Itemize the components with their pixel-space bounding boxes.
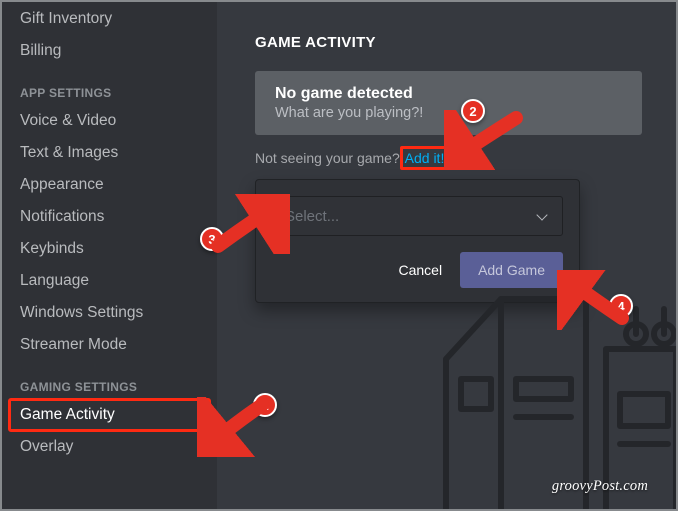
sidebar: Gift Inventory Billing APP SETTINGS Voic… [2, 2, 217, 509]
add-it-link[interactable]: Add it! [404, 149, 446, 167]
game-status-box: No game detected What are you playing?! [255, 71, 642, 135]
status-subtitle: What are you playing?! [275, 105, 622, 121]
text-cursor [284, 210, 285, 226]
sidebar-item-text-images[interactable]: Text & Images [10, 138, 209, 168]
sidebar-item-appearance[interactable]: Appearance [10, 170, 209, 200]
game-select-dropdown[interactable]: Select... [272, 196, 563, 236]
page-title: GAME ACTIVITY [255, 34, 642, 51]
sidebar-item-notifications[interactable]: Notifications [10, 202, 209, 232]
watermark: groovyPost.com [552, 478, 648, 495]
sidebar-item-game-activity[interactable]: Game Activity [10, 400, 209, 430]
sidebar-item-billing[interactable]: Billing [10, 36, 209, 66]
add-game-prompt: Not seeing your game? Add it! [255, 149, 642, 167]
status-title: No game detected [275, 85, 622, 103]
prompt-text: Not seeing your game? [255, 150, 404, 166]
sidebar-item-gift-inventory[interactable]: Gift Inventory [10, 4, 209, 34]
sidebar-category-app-settings: APP SETTINGS [10, 68, 209, 104]
sidebar-item-voice-video[interactable]: Voice & Video [10, 106, 209, 136]
select-placeholder: Select... [285, 208, 339, 225]
content: GAME ACTIVITY No game detected What are … [217, 2, 676, 509]
sidebar-item-streamer-mode[interactable]: Streamer Mode [10, 330, 209, 360]
cancel-button[interactable]: Cancel [384, 252, 456, 288]
sidebar-item-label: Game Activity [20, 406, 115, 423]
chevron-down-icon [536, 209, 547, 220]
sidebar-item-overlay[interactable]: Overlay [10, 432, 209, 462]
add-game-popout: Select... Cancel Add Game [255, 179, 580, 303]
sidebar-item-language[interactable]: Language [10, 266, 209, 296]
add-game-button[interactable]: Add Game [460, 252, 563, 288]
sidebar-category-gaming-settings: GAMING SETTINGS [10, 362, 209, 398]
sidebar-item-windows[interactable]: Windows Settings [10, 298, 209, 328]
sidebar-item-keybinds[interactable]: Keybinds [10, 234, 209, 264]
